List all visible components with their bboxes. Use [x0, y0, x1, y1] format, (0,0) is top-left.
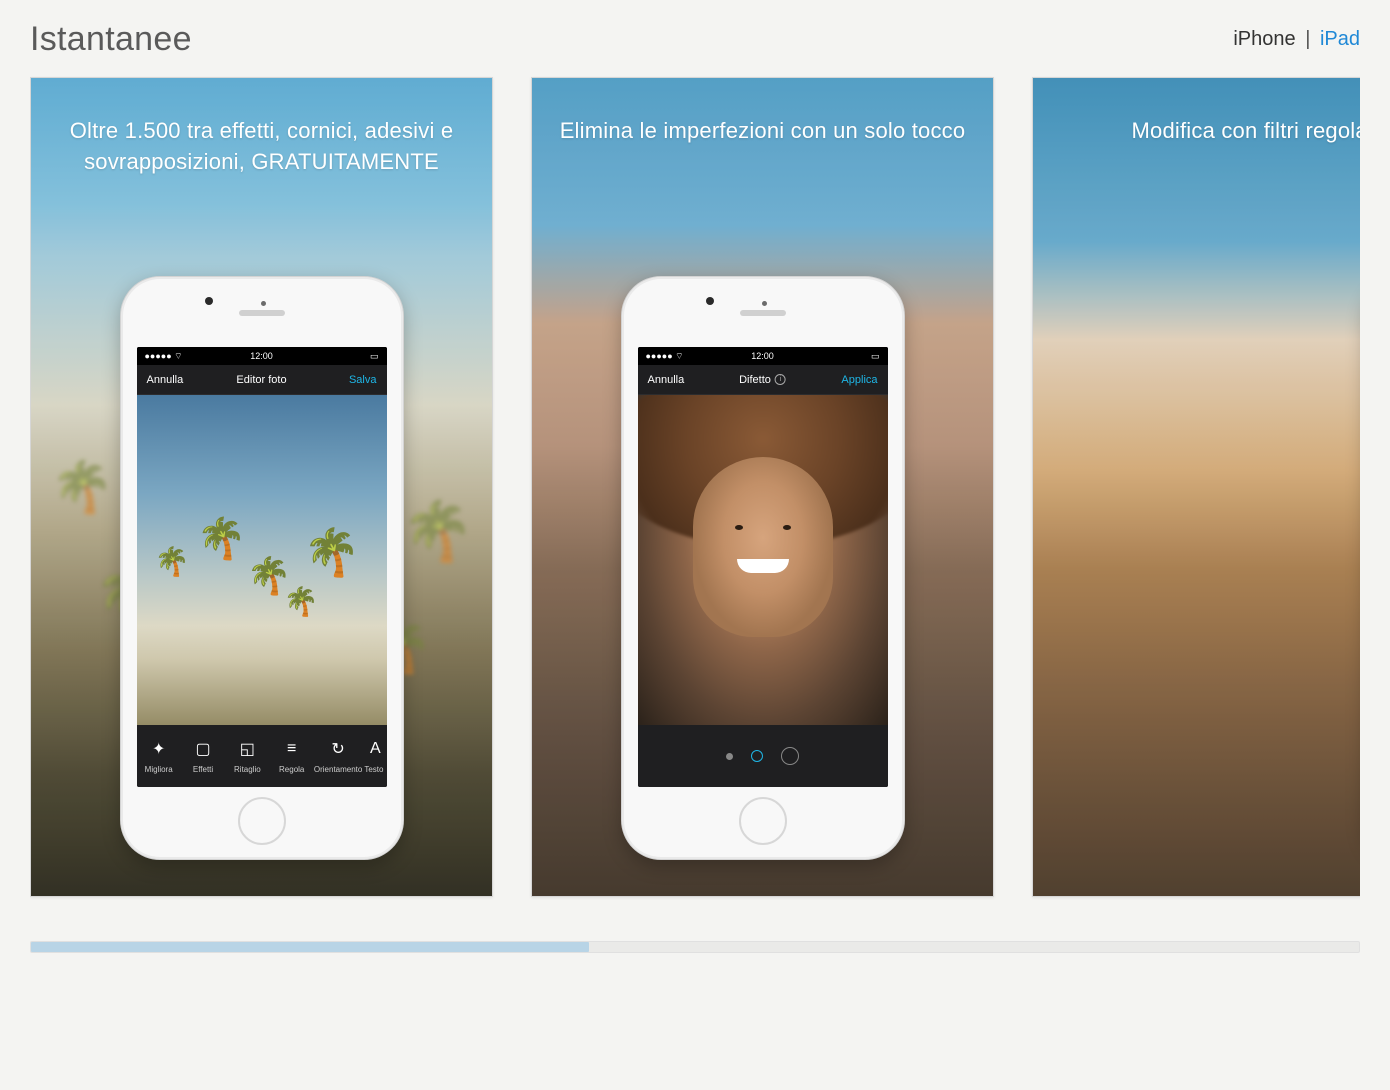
- screenshot-caption: Elimina le imperfezioni con un solo tocc…: [532, 78, 993, 147]
- app-navbar: Annulla Difettoi Applica: [638, 365, 888, 395]
- tool-effects[interactable]: ▢Effetti: [181, 725, 225, 787]
- adjust-icon: ≡: [281, 738, 303, 760]
- camera-dot-icon: [205, 297, 213, 305]
- tab-separator: |: [1301, 28, 1314, 50]
- nav-apply[interactable]: Applica: [841, 374, 877, 386]
- horizontal-scrollbar[interactable]: [30, 941, 1360, 953]
- signal-icon: ●●●●● ⌔: [646, 351, 684, 362]
- nav-title: Editor foto: [236, 374, 286, 386]
- phone-screen: ●●●●● ⌔ 12:00 ▭ Annulla Editor foto Salv…: [137, 347, 387, 787]
- home-button-icon: [739, 797, 787, 845]
- phone-mock: ●●●●● ⌔ 12:00 ▭ Annulla Editor foto Salv…: [120, 276, 404, 860]
- scrollbar-thumb[interactable]: [31, 942, 589, 952]
- tool-text[interactable]: ATesto: [362, 725, 386, 787]
- brush-medium[interactable]: [751, 750, 763, 762]
- tab-iphone[interactable]: iPhone: [1233, 28, 1295, 50]
- nav-cancel[interactable]: Annulla: [147, 374, 184, 386]
- screenshots-gallery[interactable]: 🌴 🌴 🌴 🌴 Oltre 1.500 tra effetti, cornici…: [30, 74, 1360, 917]
- text-icon: A: [364, 738, 386, 760]
- nav-save[interactable]: Salva: [349, 374, 377, 386]
- speaker-icon: [239, 310, 285, 316]
- photo-canvas[interactable]: [638, 395, 888, 725]
- status-bar: ●●●●● ⌔ 12:00 ▭: [638, 347, 888, 365]
- enhance-icon: ✦: [148, 738, 170, 760]
- portrait-face: [693, 457, 833, 637]
- orientation-icon: ↻: [327, 738, 349, 760]
- tool-orientation[interactable]: ↻Orientamento: [314, 725, 362, 787]
- section-title: Istantanee: [30, 20, 192, 59]
- battery-icon: ▭: [370, 351, 379, 362]
- effects-icon: ▢: [192, 738, 214, 760]
- brush-size-bar: [638, 725, 888, 787]
- device-tabs: iPhone | iPad: [1233, 28, 1360, 51]
- brush-large[interactable]: [781, 747, 799, 765]
- nav-cancel[interactable]: Annulla: [648, 374, 685, 386]
- screenshot-caption: Modifica con filtri regolabili: [1033, 78, 1360, 147]
- photo-canvas[interactable]: 🌴 🌴 🌴 🌴 🌴: [137, 395, 387, 725]
- screenshot-caption: Oltre 1.500 tra effetti, cornici, adesiv…: [31, 78, 492, 178]
- section-header: Istantanee iPhone | iPad: [30, 0, 1360, 74]
- home-button-icon: [238, 797, 286, 845]
- nav-title: Difettoi: [739, 374, 786, 386]
- screenshot-card-3[interactable]: Modifica con filtri regolabili ●●●●● ⌔ 1…: [1032, 77, 1360, 897]
- status-time: 12:00: [250, 351, 273, 361]
- tab-ipad[interactable]: iPad: [1320, 28, 1360, 50]
- brush-small[interactable]: [726, 753, 733, 760]
- tool-adjust[interactable]: ≡Regola: [270, 725, 314, 787]
- screenshot-card-2[interactable]: Elimina le imperfezioni con un solo tocc…: [531, 77, 994, 897]
- phone-mock: ●●●●● ⌔ 12:00 ▭ Annulla Difettoi Applica: [621, 276, 905, 860]
- sensor-dot-icon: [762, 301, 767, 306]
- tool-enhance[interactable]: ✦Migliora: [137, 725, 181, 787]
- battery-icon: ▭: [871, 351, 880, 362]
- crop-icon: ◱: [236, 738, 258, 760]
- status-time: 12:00: [751, 351, 774, 361]
- card-background: [1033, 78, 1360, 896]
- status-bar: ●●●●● ⌔ 12:00 ▭: [137, 347, 387, 365]
- editor-toolbar: ✦Migliora ▢Effetti ◱Ritaglio ≡Regola ↻Or…: [137, 725, 387, 787]
- sensor-dot-icon: [261, 301, 266, 306]
- phone-screen: ●●●●● ⌔ 12:00 ▭ Annulla Difettoi Applica: [638, 347, 888, 787]
- camera-dot-icon: [706, 297, 714, 305]
- screenshot-card-1[interactable]: 🌴 🌴 🌴 🌴 Oltre 1.500 tra effetti, cornici…: [30, 77, 493, 897]
- tool-crop[interactable]: ◱Ritaglio: [225, 725, 269, 787]
- info-icon[interactable]: i: [775, 374, 786, 385]
- speaker-icon: [740, 310, 786, 316]
- app-navbar: Annulla Editor foto Salva: [137, 365, 387, 395]
- signal-icon: ●●●●● ⌔: [145, 351, 183, 362]
